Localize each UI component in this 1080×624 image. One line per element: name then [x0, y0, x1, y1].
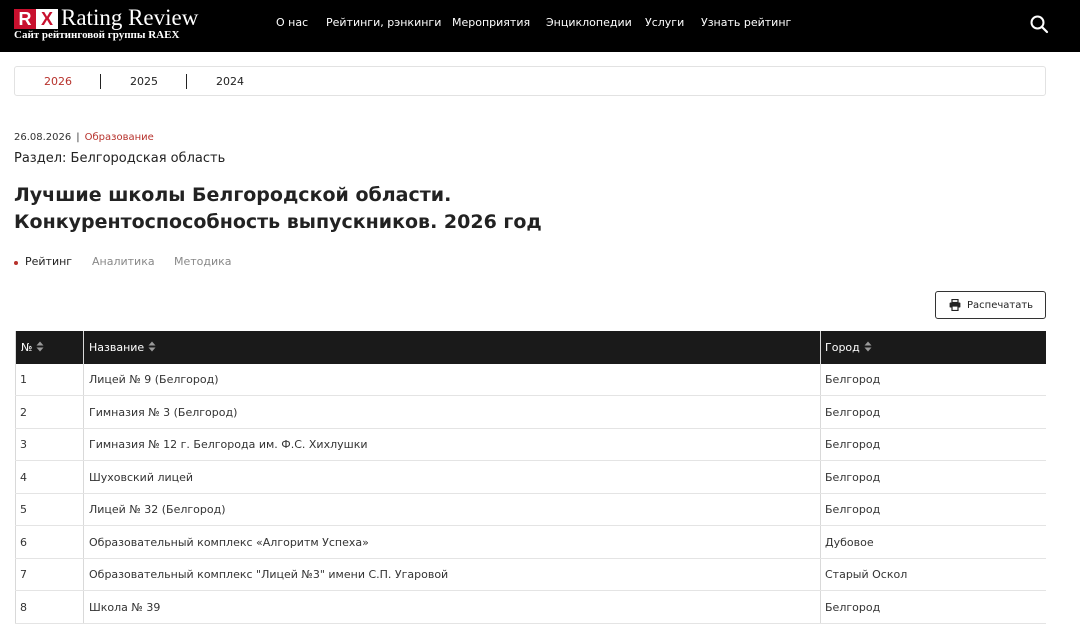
table-row: 1 Лицей № 9 (Белгород) Белгород: [15, 364, 1046, 396]
year-divider: [100, 74, 101, 89]
row-name: Лицей № 32 (Белгород): [89, 503, 226, 516]
site-logo[interactable]: R X Rating Review Сайт рейтинговой групп…: [14, 6, 224, 46]
top-header: R X Rating Review Сайт рейтинговой групп…: [0, 0, 1080, 52]
page-title: Лучшие школы Белгородской области. Конку…: [14, 182, 654, 236]
row-name: Образовательный комплекс "Лицей №3" имен…: [89, 568, 449, 581]
row-name: Лицей № 9 (Белгород): [89, 373, 219, 386]
table-header: № Название Город: [15, 331, 1046, 364]
row-number: 1: [20, 373, 27, 386]
active-tab-dot: [14, 261, 18, 265]
year-divider: [186, 74, 187, 89]
nav-item-get-rating[interactable]: Узнать рейтинг: [701, 16, 791, 30]
row-name: Школа № 39: [89, 600, 161, 614]
column-header-name-label: Название: [89, 341, 145, 354]
page-title-line-1: Лучшие школы Белгородской области.: [14, 184, 452, 206]
table-row: 2 Гимназия № 3 (Белгород) Белгород: [15, 397, 1046, 429]
nav-item-about[interactable]: О нас: [276, 16, 308, 30]
article-section: Раздел: Белгородская область: [14, 151, 226, 166]
row-city: Белгород: [825, 438, 881, 451]
row-name: Шуховский лицей: [89, 470, 194, 484]
row-city: Белгород: [825, 405, 881, 419]
search-icon[interactable]: [1029, 14, 1049, 34]
sort-icon: [36, 341, 44, 352]
row-name: Гимназия № 3 (Белгород): [89, 405, 238, 419]
row-city: Белгород: [825, 470, 881, 484]
nav-item-services[interactable]: Услуги: [645, 16, 684, 30]
year-tab-2024[interactable]: 2024: [216, 75, 244, 88]
logo-subtitle: Сайт рейтинговой группы RAEX: [14, 29, 180, 41]
tab-analytics[interactable]: Аналитика: [92, 255, 155, 269]
nav-item-events[interactable]: Мероприятия: [452, 16, 530, 30]
row-city: Белгород: [825, 503, 881, 516]
table-row: 4 Шуховский лицей Белгород: [15, 462, 1046, 494]
row-number: 8: [20, 600, 27, 614]
table-row: 8 Школа № 39 Белгород: [15, 592, 1046, 624]
nav-item-ratings[interactable]: Рейтинги, рэнкинги: [326, 16, 441, 30]
row-city: Старый Оскол: [825, 568, 908, 581]
year-tab-2025[interactable]: 2025: [130, 75, 158, 88]
table-row: 5 Лицей № 32 (Белгород) Белгород: [15, 494, 1046, 526]
logo-title: Rating Review: [61, 5, 199, 30]
print-button-label: Распечатать: [967, 300, 1034, 311]
logo-mark-r: R: [14, 9, 36, 29]
row-city: Белгород: [825, 373, 881, 386]
row-city: Дубовое: [825, 535, 874, 549]
logo-mark-x: X: [36, 9, 58, 29]
row-number: 4: [20, 470, 27, 484]
row-city: Белгород: [825, 600, 881, 614]
table-row: 6 Образовательный комплекс «Алгоритм Успе…: [15, 527, 1046, 559]
row-number: 7: [20, 568, 27, 581]
tab-rating[interactable]: Рейтинг: [25, 255, 72, 269]
row-number: 5: [20, 503, 27, 516]
print-button[interactable]: Распечатать: [935, 291, 1046, 319]
year-selector: 2026 2025 2024: [14, 66, 1046, 96]
column-header-city[interactable]: Город: [825, 331, 872, 364]
printer-icon: [949, 299, 961, 311]
nav-item-encyclopedias[interactable]: Энциклопедии: [546, 16, 632, 30]
table-row: 7 Образовательный комплекс "Лицей №3" име…: [15, 559, 1046, 591]
table-row: 3 Гимназия № 12 г. Белгорода им. Ф.С. Хих…: [15, 429, 1046, 461]
year-tab-2026[interactable]: 2026: [44, 75, 72, 88]
row-number: 2: [20, 405, 27, 419]
sort-icon: [148, 341, 156, 352]
row-name: Гимназия № 12 г. Белгорода им. Ф.С. Хихл…: [89, 438, 368, 451]
tab-methodology[interactable]: Методика: [174, 255, 232, 269]
meta-separator: |: [76, 132, 80, 143]
sort-icon: [864, 341, 872, 352]
column-header-name[interactable]: Название: [89, 331, 156, 364]
raex-logo-mark: R X: [14, 9, 58, 29]
row-number: 6: [20, 535, 27, 549]
column-header-number[interactable]: №: [21, 331, 44, 364]
page-title-line-2: Конкурентоспособность выпускников. 2026 …: [14, 211, 542, 233]
row-number: 3: [20, 438, 27, 451]
article-meta: 26.08.2026 | Образование: [14, 131, 154, 144]
article-date: 26.08.2026: [14, 132, 72, 143]
article-category-link[interactable]: Образование: [85, 132, 154, 143]
column-header-city-label: Город: [825, 341, 860, 354]
column-header-number-label: №: [21, 341, 33, 354]
row-name: Образовательный комплекс «Алгоритм Успех…: [89, 535, 369, 549]
